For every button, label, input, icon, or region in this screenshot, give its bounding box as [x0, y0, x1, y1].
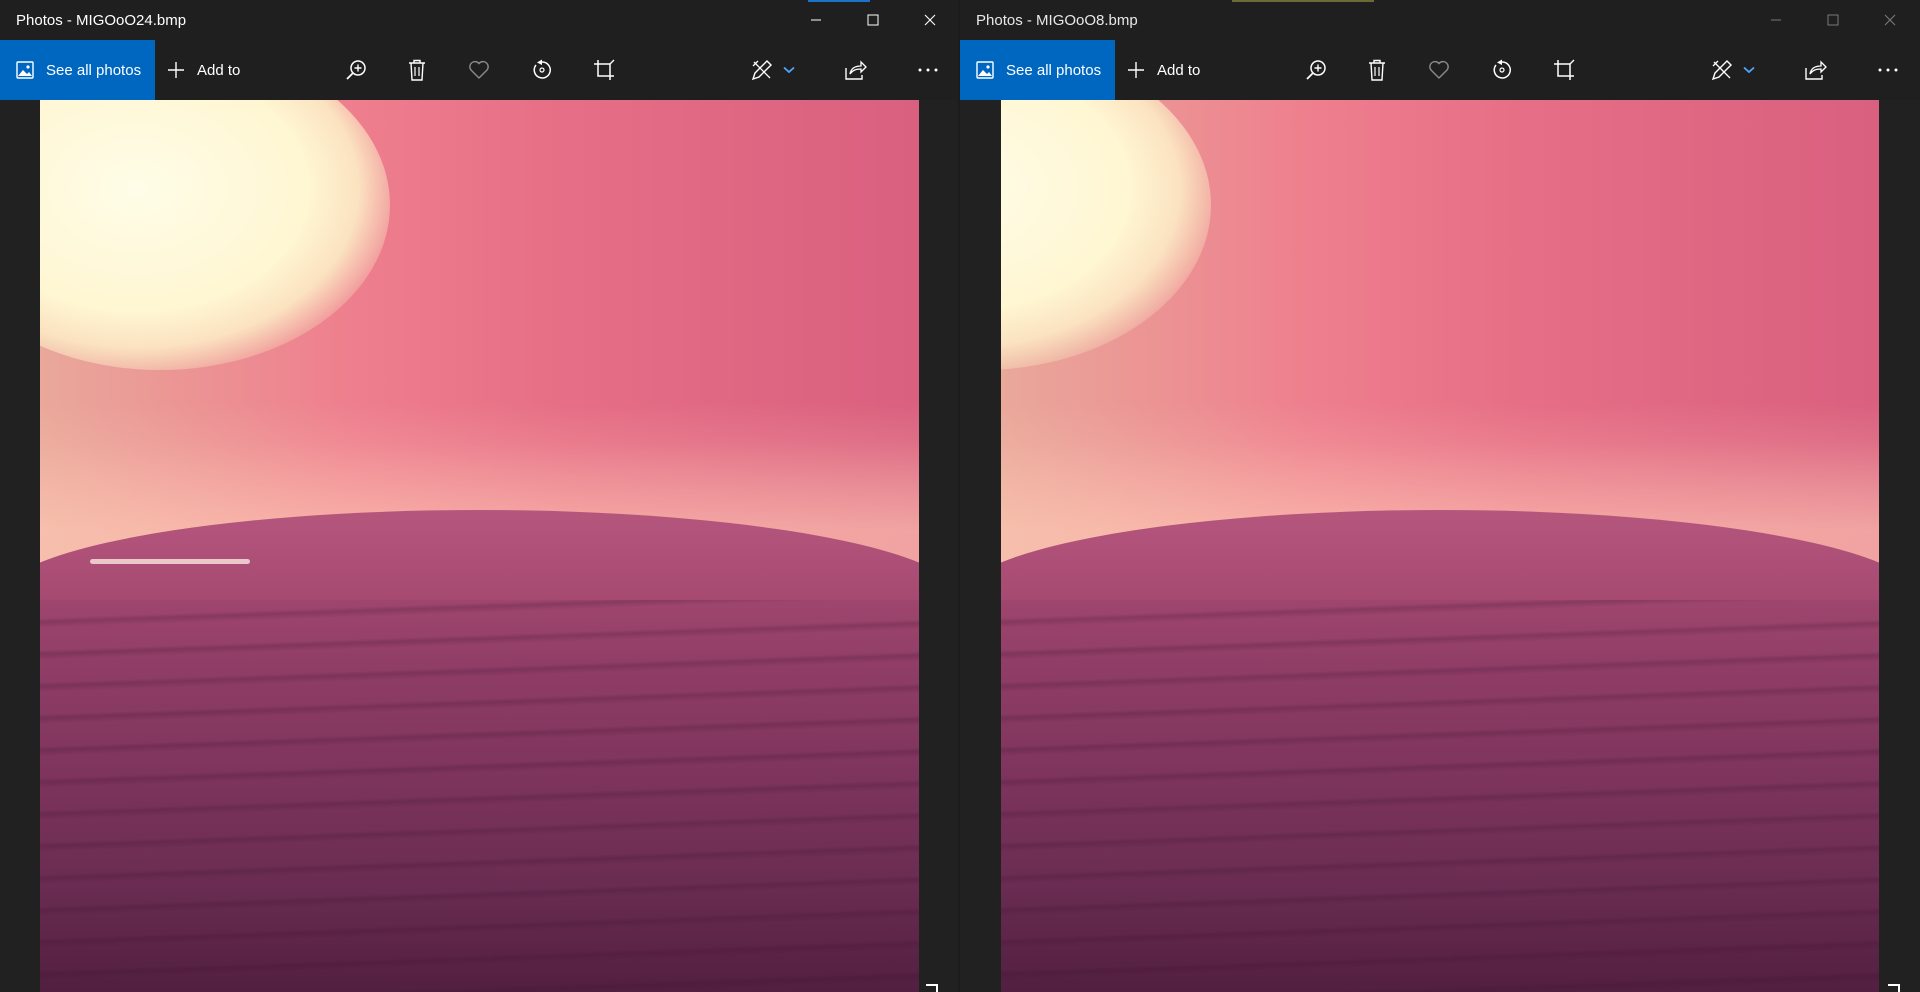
minimize-icon [1771, 19, 1781, 21]
delete-icon [1369, 59, 1385, 81]
photos-icon [16, 61, 34, 79]
image-viewport[interactable] [960, 100, 1920, 992]
minimize-button[interactable] [788, 0, 844, 40]
share-icon [1805, 60, 1827, 80]
photos-icon [976, 61, 994, 79]
plus-icon [167, 61, 185, 79]
add-to-label: Add to [197, 61, 241, 79]
favorite-icon [469, 60, 489, 79]
window-title: Photos - MIGOoO8.bmp [976, 12, 1138, 29]
zoom-in-icon [346, 60, 366, 80]
delete-button[interactable] [395, 40, 439, 100]
add-to-label: Add to [1157, 61, 1201, 79]
see-all-photos-button[interactable]: See all photos [0, 40, 155, 100]
sea-area [1001, 563, 1879, 992]
toolbar: See all photos Add to [0, 40, 958, 100]
resize-corner-icon [1888, 984, 1900, 992]
favorite-icon [1429, 60, 1449, 79]
photos-window-left: Photos - MIGOoO24.bmp See all photos Add… [0, 0, 958, 992]
more-options-button[interactable] [1866, 40, 1910, 100]
see-all-photos-button[interactable]: See all photos [960, 40, 1115, 100]
close-button[interactable] [1862, 0, 1918, 40]
title-bar[interactable]: Photos - MIGOoO8.bmp [960, 0, 1920, 40]
share-button[interactable] [1794, 40, 1838, 100]
photos-window-right: Photos - MIGOoO8.bmp See all photos Add … [960, 0, 1920, 992]
crop-button[interactable] [1542, 40, 1586, 100]
chevron-down-icon [783, 66, 795, 74]
maximize-icon [867, 14, 879, 26]
favorite-button[interactable] [457, 40, 501, 100]
see-all-photos-label: See all photos [46, 61, 142, 79]
minimize-button[interactable] [1748, 0, 1804, 40]
window-title: Photos - MIGOoO24.bmp [16, 12, 187, 29]
close-icon [1884, 14, 1896, 26]
maximize-icon [1827, 14, 1839, 26]
resize-corner-icon [926, 984, 938, 992]
add-to-button[interactable]: Add to [1127, 40, 1217, 100]
rotate-icon [1493, 59, 1511, 79]
plus-icon [1127, 61, 1145, 79]
sea-area [40, 563, 919, 992]
title-bar[interactable]: Photos - MIGOoO24.bmp [0, 0, 958, 40]
zoom-in-icon [1306, 60, 1326, 80]
close-icon [924, 14, 936, 26]
more-options-button[interactable] [906, 40, 950, 100]
zoom-button[interactable] [334, 40, 378, 100]
close-button[interactable] [902, 0, 958, 40]
edit-create-dropdown[interactable] [768, 40, 810, 100]
add-to-button[interactable]: Add to [167, 40, 257, 100]
share-icon [845, 60, 867, 80]
chevron-down-icon [1743, 66, 1755, 74]
photo-image [1001, 100, 1879, 992]
rotate-button[interactable] [1480, 40, 1524, 100]
crop-icon [1554, 59, 1575, 80]
rotate-button[interactable] [520, 40, 564, 100]
crop-button[interactable] [582, 40, 626, 100]
delete-button[interactable] [1355, 40, 1399, 100]
zoom-button[interactable] [1294, 40, 1338, 100]
more-icon [1878, 68, 1898, 72]
maximize-button[interactable] [845, 0, 901, 40]
delete-icon [409, 59, 425, 81]
taskbar-accent-line [1232, 0, 1374, 2]
light-glint [90, 559, 250, 565]
more-icon [918, 68, 938, 72]
toolbar: See all photos Add to [960, 40, 1920, 100]
see-all-photos-label: See all photos [1006, 61, 1102, 79]
rotate-icon [533, 59, 551, 79]
share-button[interactable] [834, 40, 878, 100]
edit-create-dropdown[interactable] [1728, 40, 1770, 100]
maximize-button[interactable] [1805, 0, 1861, 40]
favorite-button[interactable] [1417, 40, 1461, 100]
image-viewport[interactable] [0, 100, 958, 992]
crop-icon [594, 59, 615, 80]
photo-image [40, 100, 919, 992]
minimize-icon [811, 19, 821, 21]
